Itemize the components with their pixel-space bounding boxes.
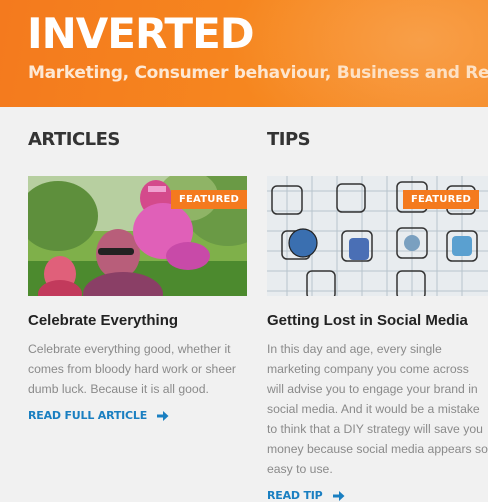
- tip-thumbnail[interactable]: FEATURED: [267, 176, 488, 296]
- site-title[interactable]: INVERTED: [27, 8, 255, 60]
- tip-excerpt: In this day and age, every single market…: [267, 342, 488, 476]
- read-full-article-link[interactable]: READ FULL ARTICLE: [28, 409, 250, 422]
- site-header: INVERTED Marketing, Consumer behaviour, …: [0, 0, 488, 107]
- article-title[interactable]: Celebrate Everything: [28, 312, 250, 329]
- tip-title[interactable]: Getting Lost in Social Media: [267, 312, 488, 329]
- site-tagline: Marketing, Consumer behaviour, Business …: [28, 63, 488, 83]
- tips-heading: TIPS: [267, 129, 311, 150]
- featured-badge: FEATURED: [403, 190, 479, 209]
- read-full-article-label: READ FULL ARTICLE: [28, 409, 148, 422]
- arrow-right-icon: [157, 410, 169, 421]
- article-excerpt: Celebrate everything good, whether it co…: [28, 342, 236, 396]
- articles-section: ARTICLES FEATURED Celebrate Everything C…: [28, 107, 250, 422]
- featured-badge: FEATURED: [171, 190, 247, 209]
- articles-heading: ARTICLES: [28, 129, 120, 150]
- article-thumbnail[interactable]: FEATURED: [28, 176, 247, 296]
- read-tip-label: READ TIP: [267, 489, 323, 502]
- tips-section: TIPS FEATURED Getting Lost in Social Med…: [267, 107, 488, 502]
- arrow-right-icon: [332, 490, 345, 501]
- read-tip-link[interactable]: READ TIP: [267, 489, 488, 502]
